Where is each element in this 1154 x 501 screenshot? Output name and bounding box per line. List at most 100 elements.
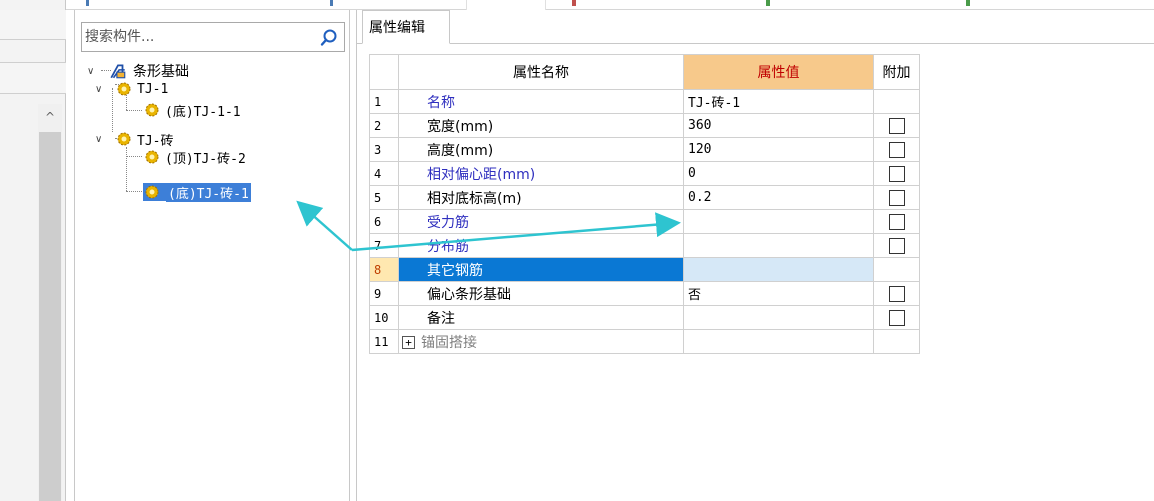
property-value-cell[interactable]	[683, 305, 874, 330]
property-value-cell[interactable]	[683, 209, 874, 234]
row-number: 4	[369, 161, 399, 186]
vertical-scrollbar[interactable]: ^	[38, 104, 62, 501]
extra-header[interactable]: 附加	[873, 54, 920, 90]
property-name-cell[interactable]: 名称	[398, 89, 684, 114]
chevron-down-icon[interactable]: ∨	[87, 66, 99, 77]
row-number: 2	[369, 113, 399, 138]
toolbar-icon[interactable]	[766, 0, 770, 6]
property-row[interactable]: 8 其它钢筋	[369, 257, 920, 282]
row-number: 7	[369, 233, 399, 258]
property-name-cell[interactable]: 宽度(mm)	[398, 113, 684, 138]
extra-cell	[873, 257, 920, 282]
toolbar-tab[interactable]	[466, 0, 546, 10]
property-value-header[interactable]: 属性值	[683, 54, 874, 90]
tree-node-tj-brick[interactable]: ∨ TJ-砖	[95, 130, 175, 149]
tree-node-tj-1[interactable]: ∨ TJ-1	[95, 80, 170, 98]
search-box	[81, 22, 345, 52]
left-dock-row[interactable]	[0, 62, 66, 94]
property-name-cell[interactable]: + 锚固搭接	[398, 329, 684, 354]
property-value-cell[interactable]: 120	[683, 137, 874, 162]
row-number: 5	[369, 185, 399, 210]
property-value-cell[interactable]: 否	[683, 281, 874, 306]
tree-node-tj-brick-1[interactable]: (底)TJ-砖-1	[143, 182, 251, 202]
extra-cell	[873, 185, 920, 210]
extra-checkbox[interactable]	[888, 309, 905, 326]
chevron-down-icon[interactable]: ∨	[95, 134, 107, 145]
property-row[interactable]: 9 偏心条形基础否	[369, 281, 920, 306]
property-grid-body: 1 名称 TJ-砖-1 2 宽度(mm) 360 3 高度(mm) 120 4 相对偏心距(mm) 0…	[369, 89, 920, 354]
property-value-cell[interactable]: 0	[683, 161, 874, 186]
component-gear-icon	[117, 82, 131, 96]
property-name-cell[interactable]: 相对底标高(m)	[398, 185, 684, 210]
extra-cell	[873, 113, 920, 138]
property-row[interactable]: 6 受力筋	[369, 209, 920, 234]
search-input[interactable]	[82, 23, 314, 51]
property-value-cell[interactable]	[683, 329, 874, 354]
property-row[interactable]: 4 相对偏心距(mm) 0	[369, 161, 920, 186]
chevron-down-icon[interactable]: ∨	[95, 84, 107, 95]
property-name-cell[interactable]: 其它钢筋	[398, 257, 684, 282]
extra-checkbox[interactable]	[888, 237, 905, 254]
property-row[interactable]: 5 相对底标高(m) 0.2	[369, 185, 920, 210]
toolbar-icon[interactable]	[330, 0, 333, 6]
property-row[interactable]: 11 + 锚固搭接	[369, 329, 920, 354]
property-value-cell[interactable]: TJ-砖-1	[683, 89, 874, 114]
toolbar-icon[interactable]	[572, 0, 576, 6]
extra-cell	[873, 161, 920, 186]
scroll-up-icon[interactable]: ^	[43, 110, 57, 124]
property-row[interactable]: 7 分布筋	[369, 233, 920, 258]
tree-node-tj-1-1[interactable]: (底)TJ-1-1	[143, 101, 243, 120]
search-icon[interactable]	[318, 27, 340, 49]
toolbar-icon[interactable]	[86, 0, 89, 6]
extra-checkbox[interactable]	[888, 141, 905, 158]
row-number: 6	[369, 209, 399, 234]
row-number: 10	[369, 305, 399, 330]
property-name-cell[interactable]: 偏心条形基础	[398, 281, 684, 306]
row-number: 8	[369, 257, 399, 282]
extra-cell	[873, 305, 920, 330]
property-value-cell[interactable]: 0.2	[683, 185, 874, 210]
row-number: 3	[369, 137, 399, 162]
extra-checkbox[interactable]	[888, 189, 905, 206]
component-gear-icon	[145, 103, 159, 117]
property-name-cell[interactable]: 分布筋	[398, 233, 684, 258]
property-value-cell[interactable]: 360	[683, 113, 874, 138]
property-value-cell[interactable]	[683, 233, 874, 258]
property-panel: 属性编辑 属性名称 属性值 附加 1 名称 TJ-砖-1 2 宽度(mm) 360 3 高度(…	[356, 10, 1154, 501]
property-row[interactable]: 10 备注	[369, 305, 920, 330]
toolbar-icon[interactable]	[966, 0, 970, 6]
tree-node-root[interactable]: ∨ 条形基础	[87, 62, 191, 80]
property-name-cell[interactable]: 相对偏心距(mm)	[398, 161, 684, 186]
extra-cell	[873, 137, 920, 162]
top-toolbar-strip	[0, 0, 1154, 10]
extra-checkbox[interactable]	[888, 213, 905, 230]
left-dock-row[interactable]	[0, 10, 66, 40]
property-tab-bar: 属性编辑	[357, 10, 1154, 44]
tree-node-tj-brick-2[interactable]: (顶)TJ-砖-2	[143, 148, 248, 167]
property-value-cell[interactable]	[683, 257, 874, 282]
property-grid: 属性名称 属性值 附加 1 名称 TJ-砖-1 2 宽度(mm) 360 3 高度(mm) 12…	[369, 54, 920, 354]
property-name-header[interactable]: 属性名称	[398, 54, 684, 90]
row-number-header	[369, 54, 399, 90]
property-row[interactable]: 3 高度(mm) 120	[369, 137, 920, 162]
property-row[interactable]: 1 名称 TJ-砖-1	[369, 89, 920, 114]
extra-checkbox[interactable]	[888, 117, 905, 134]
component-gear-icon	[145, 185, 159, 199]
row-number: 1	[369, 89, 399, 114]
extra-checkbox[interactable]	[888, 285, 905, 302]
grid-header-row: 属性名称 属性值 附加	[369, 54, 920, 90]
row-number: 9	[369, 281, 399, 306]
scrollbar-thumb[interactable]	[39, 132, 61, 501]
left-dock-panel: ^	[0, 0, 66, 501]
extra-cell	[873, 209, 920, 234]
property-name-cell[interactable]: 高度(mm)	[398, 137, 684, 162]
property-name-cell[interactable]: 备注	[398, 305, 684, 330]
expand-plus-icon[interactable]: +	[402, 336, 415, 349]
property-row[interactable]: 2 宽度(mm) 360	[369, 113, 920, 138]
tab-property-edit[interactable]: 属性编辑	[362, 10, 450, 44]
property-name-label: 锚固搭接	[421, 334, 477, 351]
property-name-cell[interactable]: 受力筋	[398, 209, 684, 234]
row-number: 11	[369, 329, 399, 354]
extra-checkbox[interactable]	[888, 165, 905, 182]
extra-cell	[873, 281, 920, 306]
